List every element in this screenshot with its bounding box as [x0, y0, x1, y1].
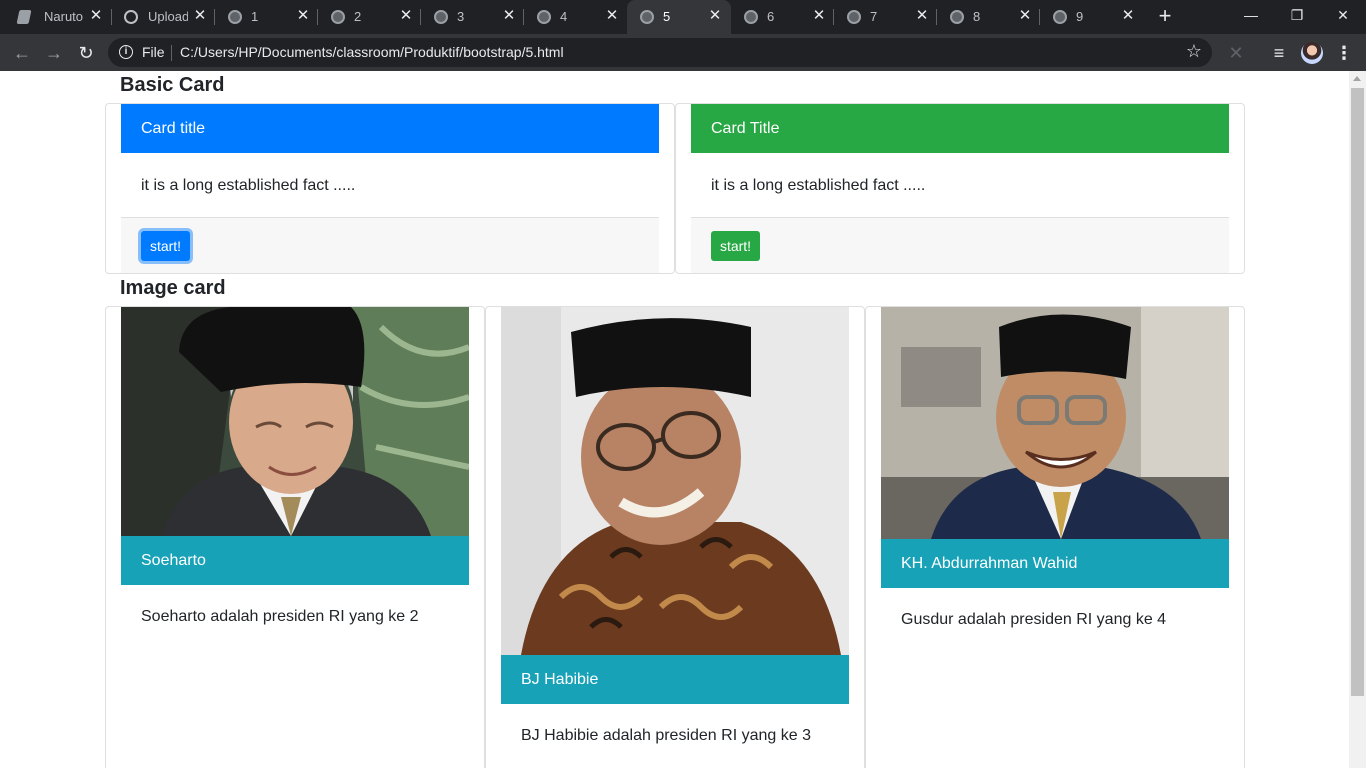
- card-footer: start!: [121, 217, 659, 273]
- forward-button[interactable]: →: [41, 40, 67, 66]
- tab-4[interactable]: 4 ✕: [524, 0, 627, 34]
- restore-button[interactable]: ❐: [1274, 0, 1320, 30]
- tab-title: 5: [663, 9, 671, 24]
- image-card-heading: Image card: [120, 277, 226, 299]
- close-tab-icon[interactable]: ✕: [88, 7, 104, 25]
- close-window-button[interactable]: ✕: [1320, 0, 1366, 30]
- info-icon[interactable]: i: [119, 45, 133, 59]
- globe-icon: [640, 10, 654, 24]
- url-text[interactable]: C:/Users/HP/Documents/classroom/Produkti…: [180, 44, 564, 60]
- tab-title: 6: [767, 9, 775, 24]
- github-icon: [124, 10, 138, 24]
- reload-button[interactable]: ↻: [73, 40, 99, 66]
- kebab-menu-icon[interactable]: ⋮: [1334, 42, 1354, 64]
- scroll-thumb[interactable]: [1351, 88, 1364, 696]
- globe-icon: [744, 10, 758, 24]
- scroll-up-arrow-icon[interactable]: [1353, 76, 1361, 81]
- basic-card-heading: Basic Card: [120, 74, 225, 96]
- card-text: Gusdur adalah presiden RI yang ke 4: [901, 611, 1167, 628]
- globe-icon: [950, 10, 964, 24]
- tab-title: Naruto: [44, 9, 84, 24]
- scheme-label: File: [142, 44, 165, 60]
- close-tab-icon[interactable]: ✕: [811, 7, 827, 25]
- tab-naruto[interactable]: Naruto ✕: [0, 0, 112, 34]
- back-button[interactable]: ←: [9, 40, 35, 66]
- tab-5[interactable]: 5 ✕: [627, 0, 731, 34]
- globe-icon: [331, 10, 345, 24]
- tab-7[interactable]: 7 ✕: [834, 0, 937, 34]
- close-tab-icon[interactable]: ✕: [398, 7, 414, 25]
- minimize-button[interactable]: —: [1228, 0, 1274, 30]
- close-tab-icon[interactable]: ✕: [501, 7, 517, 25]
- close-tab-icon[interactable]: ✕: [295, 7, 311, 25]
- close-tab-icon[interactable]: ✕: [707, 7, 723, 25]
- tab-title: 8: [973, 9, 981, 24]
- tab-9[interactable]: 9 ✕: [1040, 0, 1143, 34]
- globe-icon: [537, 10, 551, 24]
- close-tab-icon[interactable]: ✕: [192, 7, 208, 25]
- tab-title: 9: [1076, 9, 1084, 24]
- close-tab-icon[interactable]: ✕: [1120, 7, 1136, 25]
- image-card-habibie: BJ Habibie BJ Habibie adalah presiden RI…: [485, 306, 865, 768]
- media-queue-icon[interactable]: ≡: [1268, 42, 1290, 64]
- globe-icon: [847, 10, 861, 24]
- tab-title: 7: [870, 9, 878, 24]
- page-viewport: Basic Card Card title it is a long estab…: [0, 71, 1349, 768]
- address-bar[interactable]: i File C:/Users/HP/Documents/classroom/P…: [108, 38, 1212, 67]
- tab-title: 4: [560, 9, 568, 24]
- address-divider: [171, 45, 172, 61]
- basic-card-blue: Card title it is a long established fact…: [105, 103, 675, 274]
- close-tab-icon[interactable]: ✕: [914, 7, 930, 25]
- tab-title: Upload: [148, 9, 188, 24]
- card-header: Card Title: [691, 104, 1229, 153]
- new-tab-button[interactable]: +: [1154, 4, 1176, 28]
- portrait-image-gusdur: [881, 307, 1229, 539]
- tab-1[interactable]: 1 ✕: [215, 0, 318, 34]
- close-tab-icon[interactable]: ✕: [604, 7, 620, 25]
- card-text: it is a long established fact .....: [711, 177, 926, 194]
- tab-title: 2: [354, 9, 362, 24]
- tab-strip: Naruto ✕ Upload ✕ 1 ✕ 2 ✕ 3 ✕ 4 ✕ 5 ✕ 6: [0, 0, 1366, 34]
- extension-x-icon[interactable]: ✕: [1225, 42, 1247, 64]
- document-icon: [16, 10, 32, 24]
- profile-avatar[interactable]: [1301, 42, 1323, 64]
- tab-title: 1: [251, 9, 259, 24]
- card-header: Card title: [121, 104, 659, 153]
- portrait-image-soeharto: [121, 307, 469, 536]
- tab-upload[interactable]: Upload ✕: [112, 0, 215, 34]
- globe-icon: [434, 10, 448, 24]
- tab-3[interactable]: 3 ✕: [421, 0, 524, 34]
- card-text: Soeharto adalah presiden RI yang ke 2: [141, 608, 419, 625]
- portrait-image-habibie: [501, 307, 849, 655]
- tab-2[interactable]: 2 ✕: [318, 0, 421, 34]
- bookmark-star-icon[interactable]: ☆: [1186, 41, 1202, 62]
- browser-toolbar: ← → ↻ i File C:/Users/HP/Documents/class…: [0, 34, 1366, 71]
- globe-icon: [1053, 10, 1067, 24]
- image-card-gusdur: KH. Abdurrahman Wahid Gusdur adalah pres…: [865, 306, 1245, 768]
- tab-6[interactable]: 6 ✕: [731, 0, 834, 34]
- close-tab-icon[interactable]: ✕: [1017, 7, 1033, 25]
- start-button[interactable]: start!: [711, 231, 760, 261]
- image-card-soeharto: Soeharto Soeharto adalah presiden RI yan…: [105, 306, 485, 768]
- card-header: KH. Abdurrahman Wahid: [881, 539, 1229, 588]
- card-text: BJ Habibie adalah presiden RI yang ke 3: [521, 727, 811, 744]
- globe-icon: [228, 10, 242, 24]
- card-text: it is a long established fact .....: [141, 177, 356, 194]
- tab-title: 3: [457, 9, 465, 24]
- tab-8[interactable]: 8 ✕: [937, 0, 1040, 34]
- card-header: Soeharto: [121, 536, 469, 585]
- card-header: BJ Habibie: [501, 655, 849, 704]
- start-button[interactable]: start!: [141, 231, 190, 261]
- card-footer: start!: [691, 217, 1229, 273]
- basic-card-green: Card Title it is a long established fact…: [675, 103, 1245, 274]
- vertical-scrollbar[interactable]: [1349, 71, 1366, 768]
